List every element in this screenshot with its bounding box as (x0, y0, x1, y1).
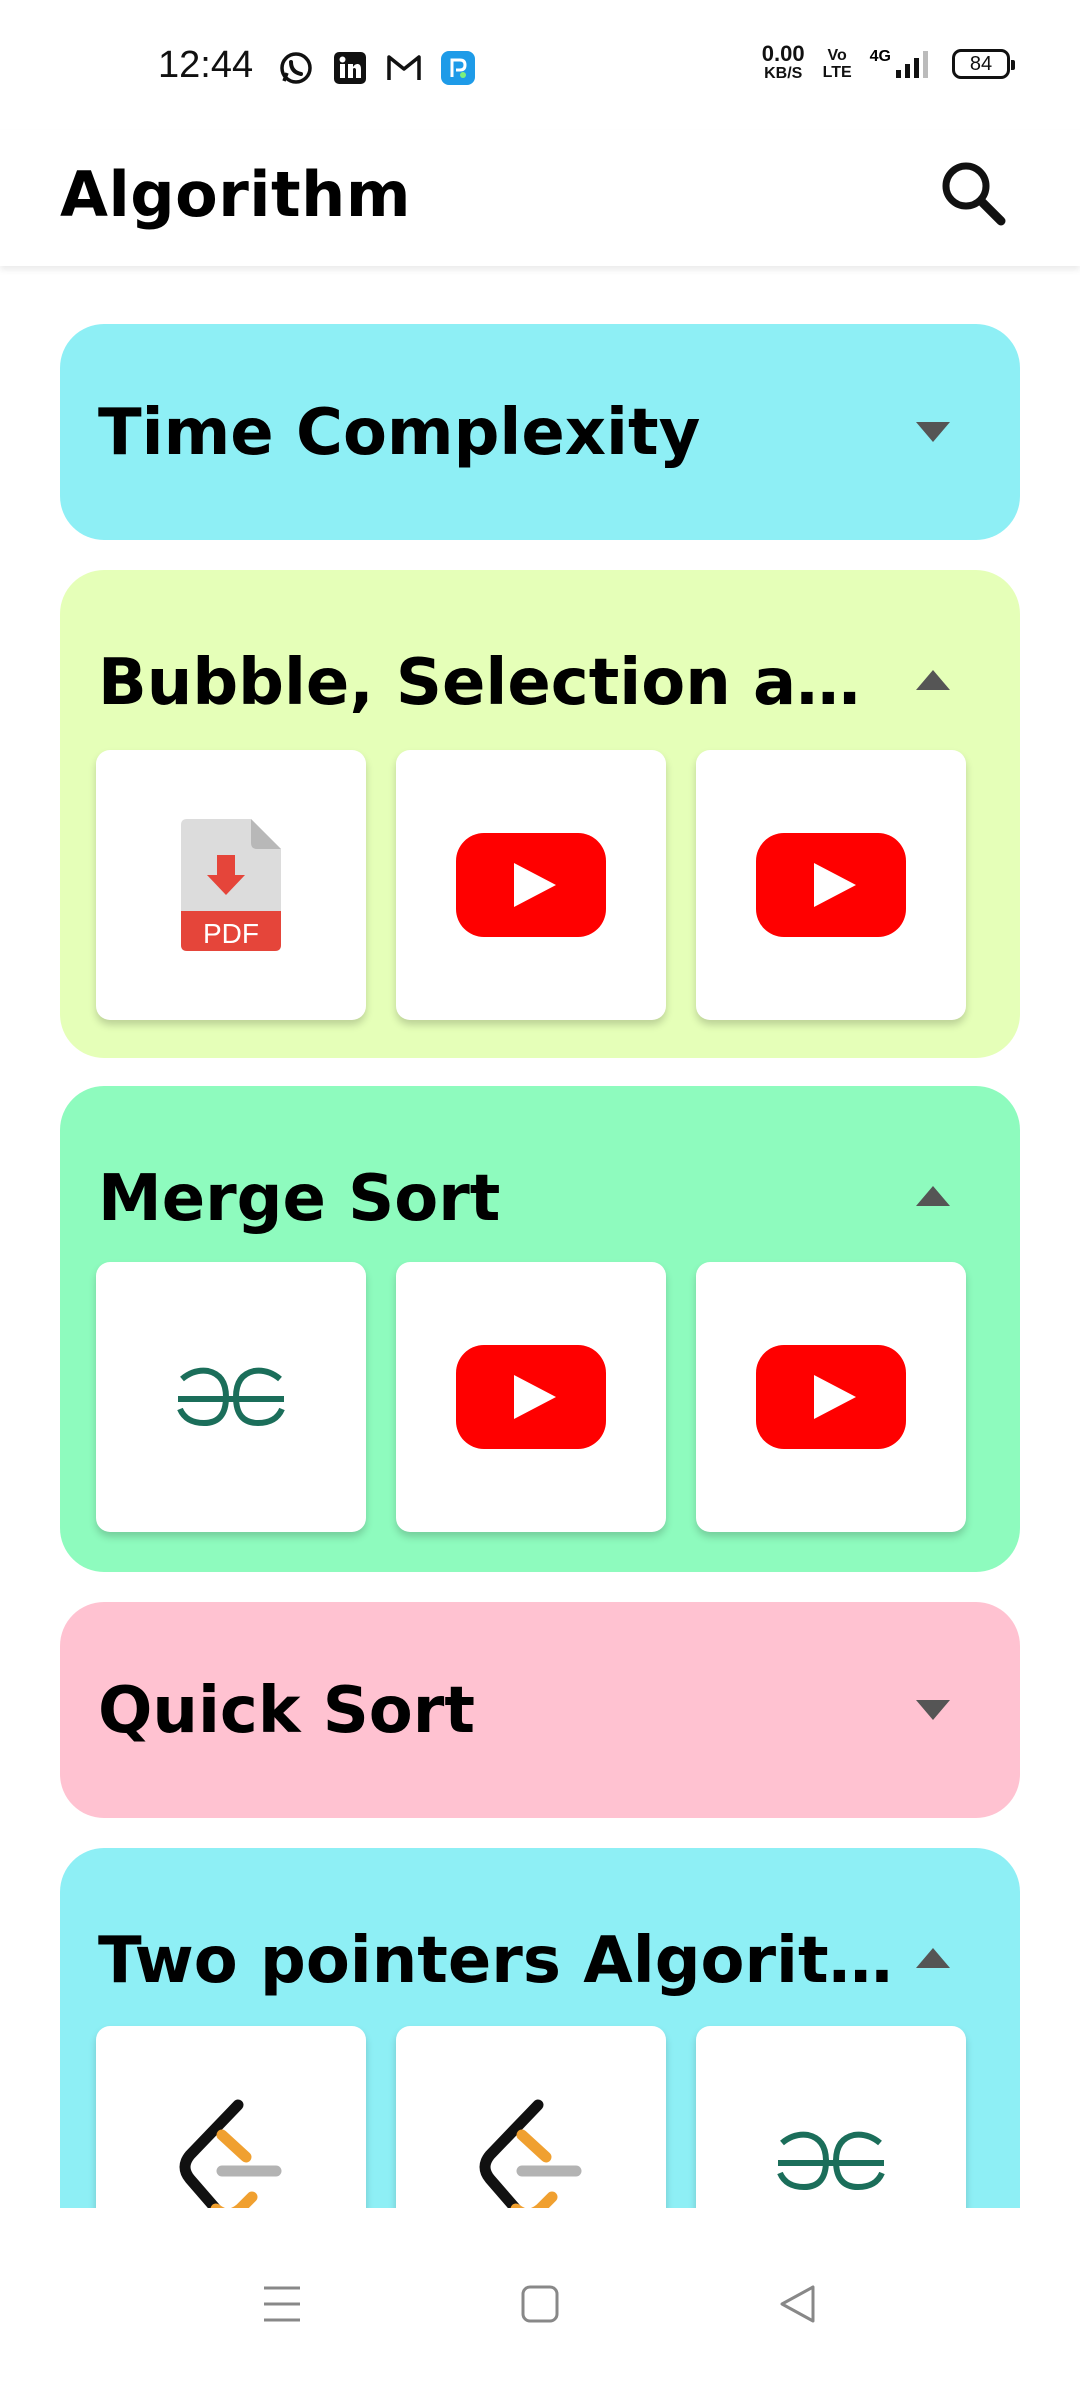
resource-tile-geeksforgeeks[interactable] (696, 2026, 966, 2208)
resource-tile-youtube[interactable] (396, 1262, 666, 1532)
page-title: Algorithm (60, 158, 411, 231)
network-speed-unit: KB/S (764, 65, 803, 82)
resource-tile-geeksforgeeks[interactable] (96, 1262, 366, 1532)
card-title: Merge Sort (98, 1162, 501, 1236)
pdf-label: PDF (203, 918, 259, 949)
leetcode-icon (479, 2099, 582, 2208)
search-icon (942, 162, 1006, 226)
resource-tile-youtube[interactable] (396, 750, 666, 1020)
signal-bars-icon (896, 51, 928, 78)
card-bubble-selection[interactable]: Bubble, Selection an... PDF (60, 570, 1020, 1058)
resource-tile-youtube[interactable] (696, 750, 966, 1020)
card-time-complexity[interactable]: Time Complexity (60, 324, 1020, 540)
linkedin-icon (332, 50, 368, 86)
network-type: 4G (869, 48, 891, 65)
algorithm-list[interactable]: Time Complexity Bubble, Selection an... … (0, 266, 1080, 2208)
search-button[interactable] (930, 150, 1016, 236)
battery-level: 84 (969, 52, 993, 75)
network-speed: 0.00 KB/S (761, 41, 805, 84)
youtube-icon (456, 833, 606, 937)
volte-indicator: Vo LTE (823, 47, 852, 81)
pdf-icon: PDF (181, 819, 281, 951)
card-title: Time Complexity (98, 396, 701, 470)
system-nav-bar (0, 2208, 1080, 2400)
chevron-down-icon[interactable] (916, 1700, 950, 1720)
whatsapp-icon (278, 50, 314, 86)
geeksforgeeks-icon (777, 2131, 885, 2191)
gmail-icon (386, 50, 422, 86)
menu-icon (264, 2286, 300, 2322)
nav-back-button[interactable] (758, 2264, 838, 2344)
card-quick-sort[interactable]: Quick Sort (60, 1602, 1020, 1818)
status-bar: 12:44 0.00 KB/S Vo LTE 4G 84 (0, 0, 1080, 130)
notification-icons (278, 50, 476, 86)
app-notification-icon (440, 50, 476, 86)
network-speed-value: 0.00 (761, 41, 805, 66)
card-two-pointers[interactable]: Two pointers Algorit... (60, 1848, 1020, 2208)
home-icon (521, 2285, 559, 2323)
leetcode-icon (179, 2099, 282, 2208)
chevron-down-icon[interactable] (916, 422, 950, 442)
resource-tile-leetcode[interactable] (396, 2026, 666, 2208)
volte-top: Vo (827, 47, 847, 64)
chevron-up-icon[interactable] (916, 1186, 950, 1206)
chevron-up-icon[interactable] (916, 1948, 950, 1968)
card-merge-sort[interactable]: Merge Sort (60, 1086, 1020, 1572)
app-bar: Algorithm (0, 130, 1080, 266)
status-time: 12:44 (158, 44, 254, 86)
card-title: Bubble, Selection an... (98, 646, 898, 720)
battery-icon: 84 (952, 49, 1015, 79)
geeksforgeeks-icon (177, 1367, 285, 1427)
chevron-up-icon[interactable] (916, 670, 950, 690)
youtube-icon (756, 1345, 906, 1449)
system-indicators: 0.00 KB/S Vo LTE 4G 84 (761, 41, 1015, 84)
card-title: Quick Sort (98, 1674, 475, 1748)
volte-bottom: LTE (822, 64, 852, 81)
resource-tile-youtube[interactable] (696, 1262, 966, 1532)
card-title: Two pointers Algorit... (98, 1924, 898, 1998)
nav-home-button[interactable] (500, 2264, 580, 2344)
youtube-icon (456, 1345, 606, 1449)
resource-tile-pdf[interactable]: PDF (96, 750, 366, 1020)
signal-indicator: 4G (870, 48, 934, 80)
nav-menu-button[interactable] (242, 2264, 322, 2344)
back-icon (780, 2285, 815, 2323)
resource-tile-leetcode[interactable] (96, 2026, 366, 2208)
youtube-icon (756, 833, 906, 937)
